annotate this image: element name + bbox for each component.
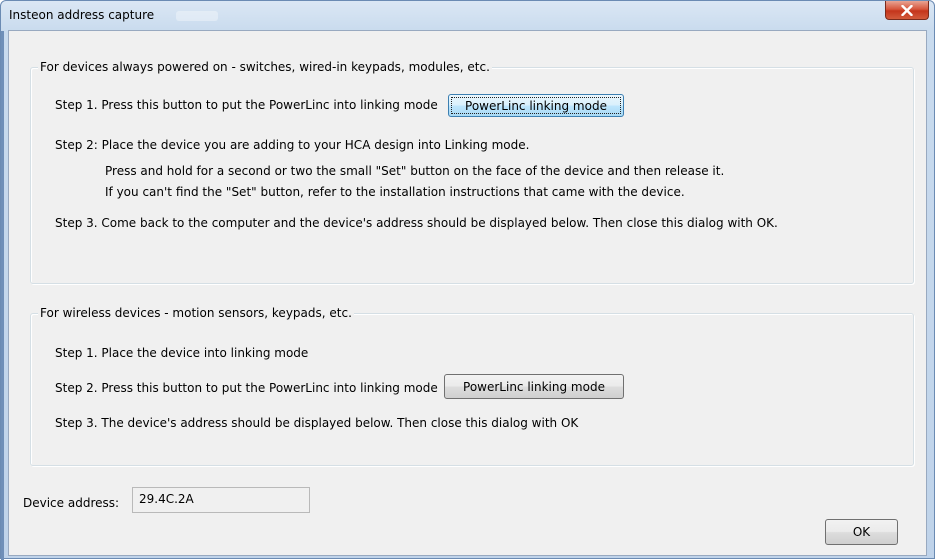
wired-step2-detail-press: Press and hold for a second or two the s… <box>105 164 725 178</box>
title-highlight <box>176 11 218 21</box>
dialog-body: For devices always powered on - switches… <box>8 30 927 556</box>
wireless-step1-text: Step 1. Place the device into linking mo… <box>55 346 309 360</box>
window-title: Insteon address capture <box>9 8 155 22</box>
wireless-step2-text: Step 2. Press this button to put the Pow… <box>55 381 438 395</box>
device-address-label: Device address: <box>23 496 120 510</box>
wireless-step3-text: Step 3. The device's address should be d… <box>55 416 579 430</box>
dialog-window: Insteon address capture For devices alwa… <box>0 0 935 560</box>
close-button[interactable] <box>885 1 929 20</box>
window-edge <box>1 31 4 560</box>
device-address-field[interactable]: 29.4C.2A <box>132 487 310 513</box>
wireless-linking-mode-button[interactable]: PowerLinc linking mode <box>444 374 624 399</box>
title-bar[interactable]: Insteon address capture <box>1 1 934 31</box>
wired-group-legend: For devices always powered on - switches… <box>38 60 492 74</box>
wired-step1-text: Step 1. Press this button to put the Pow… <box>55 98 438 112</box>
close-icon <box>901 4 913 16</box>
ok-label: OK <box>852 525 871 539</box>
wired-linking-mode-label: PowerLinc linking mode <box>465 98 607 113</box>
wired-step3-text: Step 3. Come back to the computer and th… <box>55 216 778 230</box>
ok-button[interactable]: OK <box>825 519 898 545</box>
wireless-group-legend: For wireless devices - motion sensors, k… <box>38 306 354 320</box>
wired-step2-detail-help: If you can't find the "Set" button, refe… <box>105 185 685 199</box>
wireless-linking-mode-label: PowerLinc linking mode <box>463 379 605 394</box>
wired-linking-mode-button[interactable]: PowerLinc linking mode <box>448 94 624 117</box>
wired-step2-text: Step 2: Place the device you are adding … <box>55 138 530 152</box>
